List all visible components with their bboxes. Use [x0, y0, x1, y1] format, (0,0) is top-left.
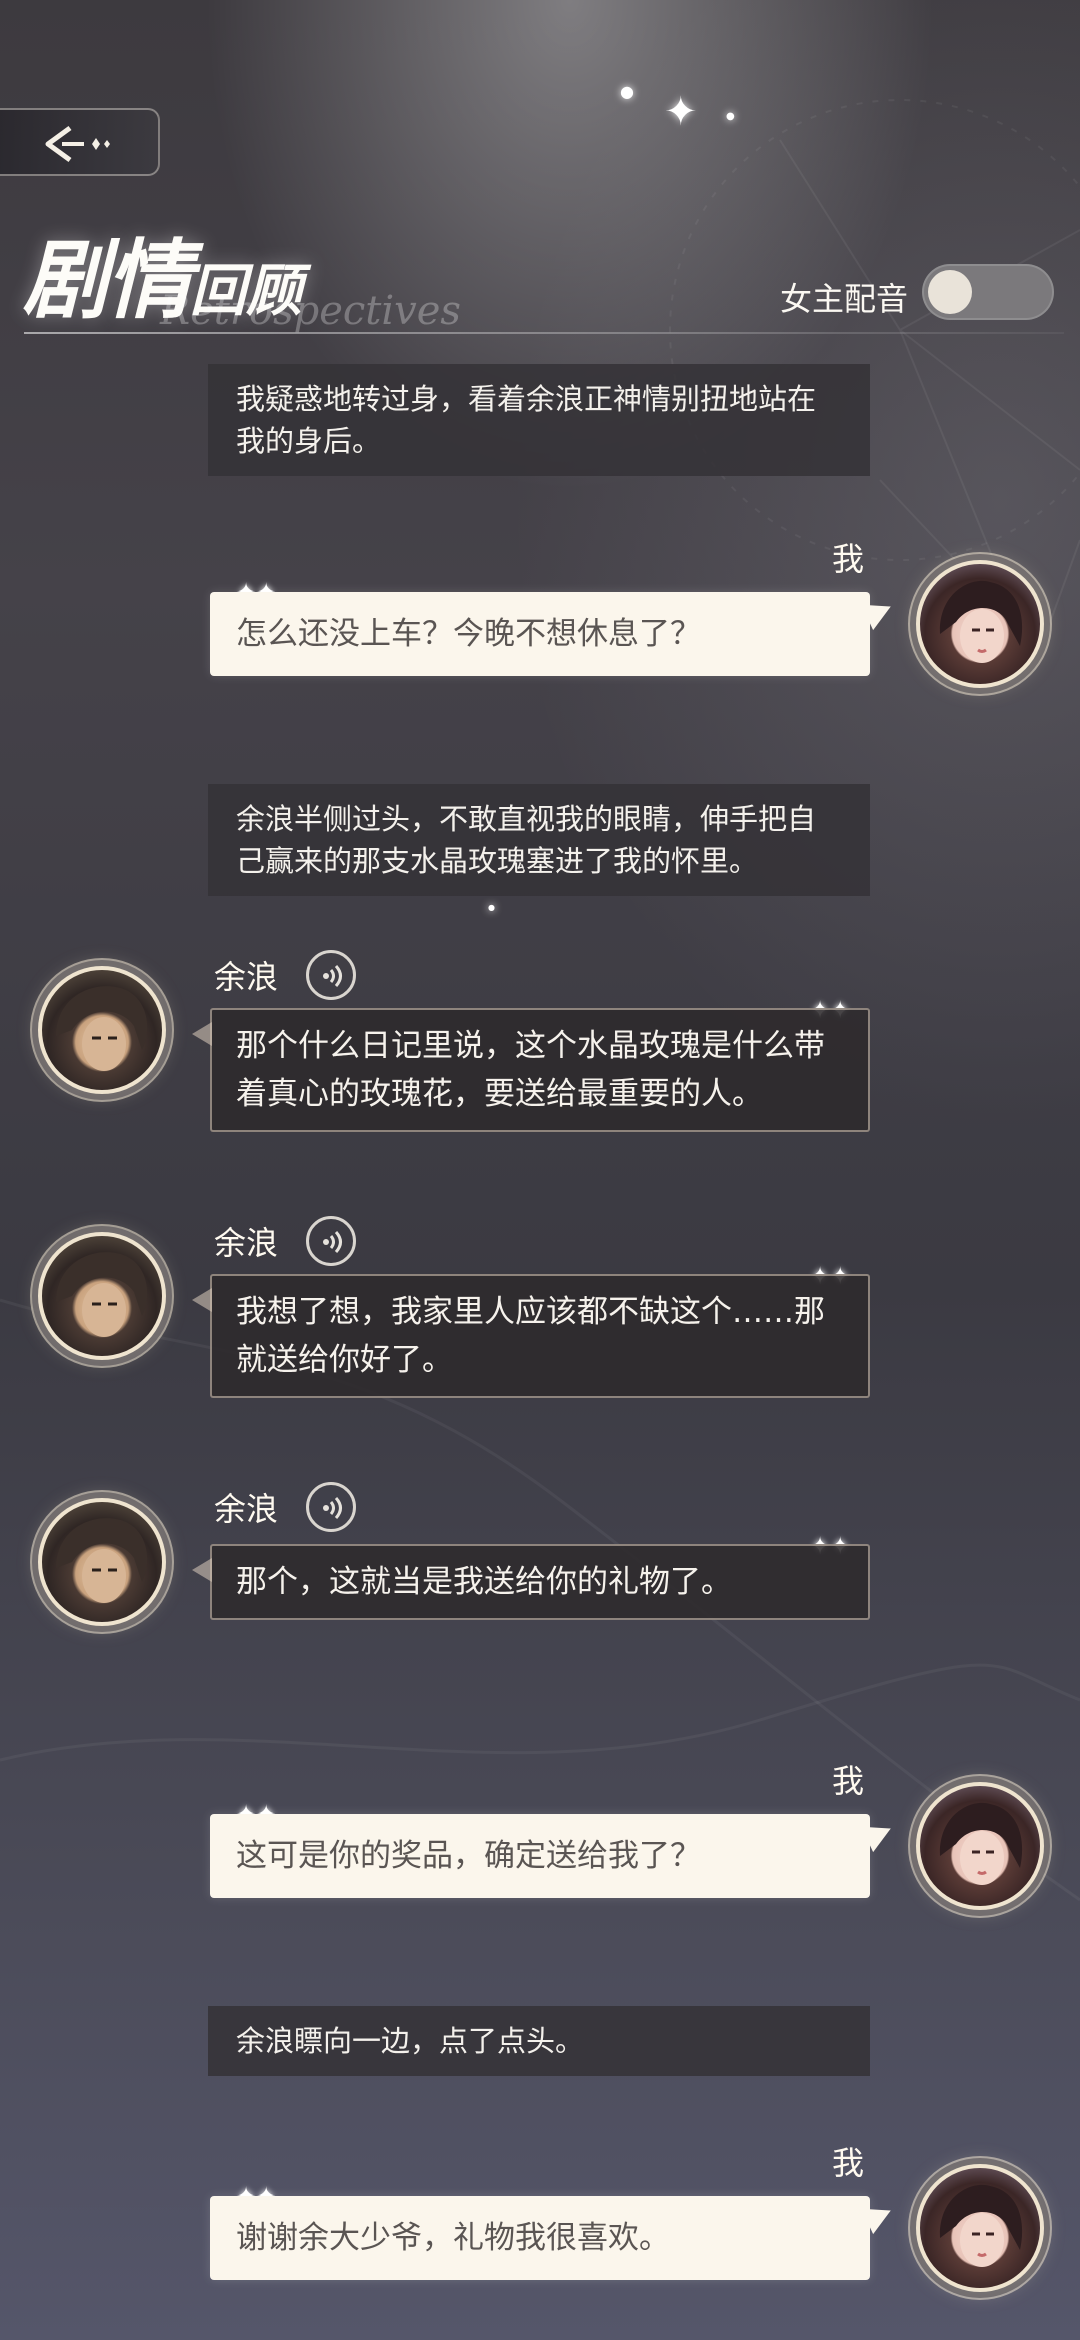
back-button[interactable] — [0, 108, 160, 176]
toggle-knob — [928, 270, 972, 314]
back-arrow-icon — [45, 125, 110, 163]
heroine-voice-toggle[interactable] — [922, 264, 1054, 320]
narration-box: 余浪瞟向一边，点了点头。 — [208, 2006, 870, 2076]
player-avatar — [916, 2164, 1044, 2292]
bubble-tail — [861, 593, 897, 631]
speaker-name: 余浪 — [214, 1224, 279, 1262]
bubble-tail — [192, 1288, 212, 1312]
player-dialogue-bubble: 这可是你的奖品，确定送给我了？ — [210, 1814, 897, 1898]
sparkle-icon: ● — [488, 903, 495, 912]
npc-dialogue-bubble: 那个，这就当是我送给你的礼物了。 — [192, 1544, 870, 1620]
dialogue-text: 那个什么日记里说，这个水晶玫瑰是什么带着真心的玫瑰花，要送给最重要的人。 — [236, 1028, 825, 1112]
bubble-tail — [861, 2197, 897, 2235]
player-dialogue-bubble: 谢谢余大少爷，礼物我很喜欢。 — [210, 2196, 897, 2280]
player-dialogue-bubble: 怎么还没上车？今晚不想休息了？ — [210, 592, 897, 676]
bubble-tail — [861, 1815, 897, 1853]
npc-dialogue-bubble: 我想了想，我家里人应该都不缺这个……那就送给你好了。 — [192, 1274, 870, 1398]
bubble-tail — [192, 1022, 212, 1046]
dialogue-text: 这可是你的奖品，确定送给我了？ — [236, 1838, 701, 1874]
player-name: 我 — [832, 1762, 865, 1800]
bubble-tail — [192, 1558, 212, 1582]
speaker-name: 余浪 — [214, 958, 279, 996]
speaker-icon — [323, 1496, 342, 1520]
player-avatar — [916, 560, 1044, 688]
background-decoration — [0, 99, 1080, 1902]
heroine-voice-label: 女主配音 — [780, 280, 909, 318]
title-divider — [24, 332, 1064, 334]
speaker-icon — [323, 964, 342, 988]
speaker-icon — [323, 1230, 342, 1254]
sparkle-icon: ✦ — [664, 89, 698, 135]
voice-play-button[interactable] — [306, 1482, 356, 1532]
dialogue-text: 谢谢余大少爷，礼物我很喜欢。 — [236, 2220, 670, 2256]
player-name: 我 — [832, 2144, 865, 2182]
narration-box: 余浪半侧过头，不敢直视我的眼睛，伸手把自己赢来的那支水晶玫瑰塞进了我的怀里。 — [208, 784, 870, 896]
dialogue-text: 怎么还没上车？今晚不想休息了？ — [236, 616, 701, 652]
npc-dialogue-bubble: 那个什么日记里说，这个水晶玫瑰是什么带着真心的玫瑰花，要送给最重要的人。 — [192, 1008, 870, 1132]
page-subtitle: Retrospectives — [160, 288, 461, 334]
speaker-name: 余浪 — [214, 1490, 279, 1528]
sparkle-icon: ● — [620, 82, 634, 101]
voice-play-button[interactable] — [306, 950, 356, 1000]
dialogue-text: 那个，这就当是我送给你的礼物了。 — [236, 1564, 732, 1600]
dialogue-text: 我想了想，我家里人应该都不缺这个……那就送给你好了。 — [236, 1294, 825, 1378]
yulang-avatar — [38, 1498, 166, 1626]
yulang-avatar — [38, 1232, 166, 1360]
narration-box: 我疑惑地转过身，看着余浪正神情别扭地站在我的身后。 — [208, 364, 870, 476]
voice-play-button[interactable] — [306, 1216, 356, 1266]
player-name: 我 — [832, 540, 865, 578]
yulang-avatar — [38, 966, 166, 1094]
sparkle-icon: ● — [726, 111, 735, 122]
player-avatar — [916, 1782, 1044, 1910]
